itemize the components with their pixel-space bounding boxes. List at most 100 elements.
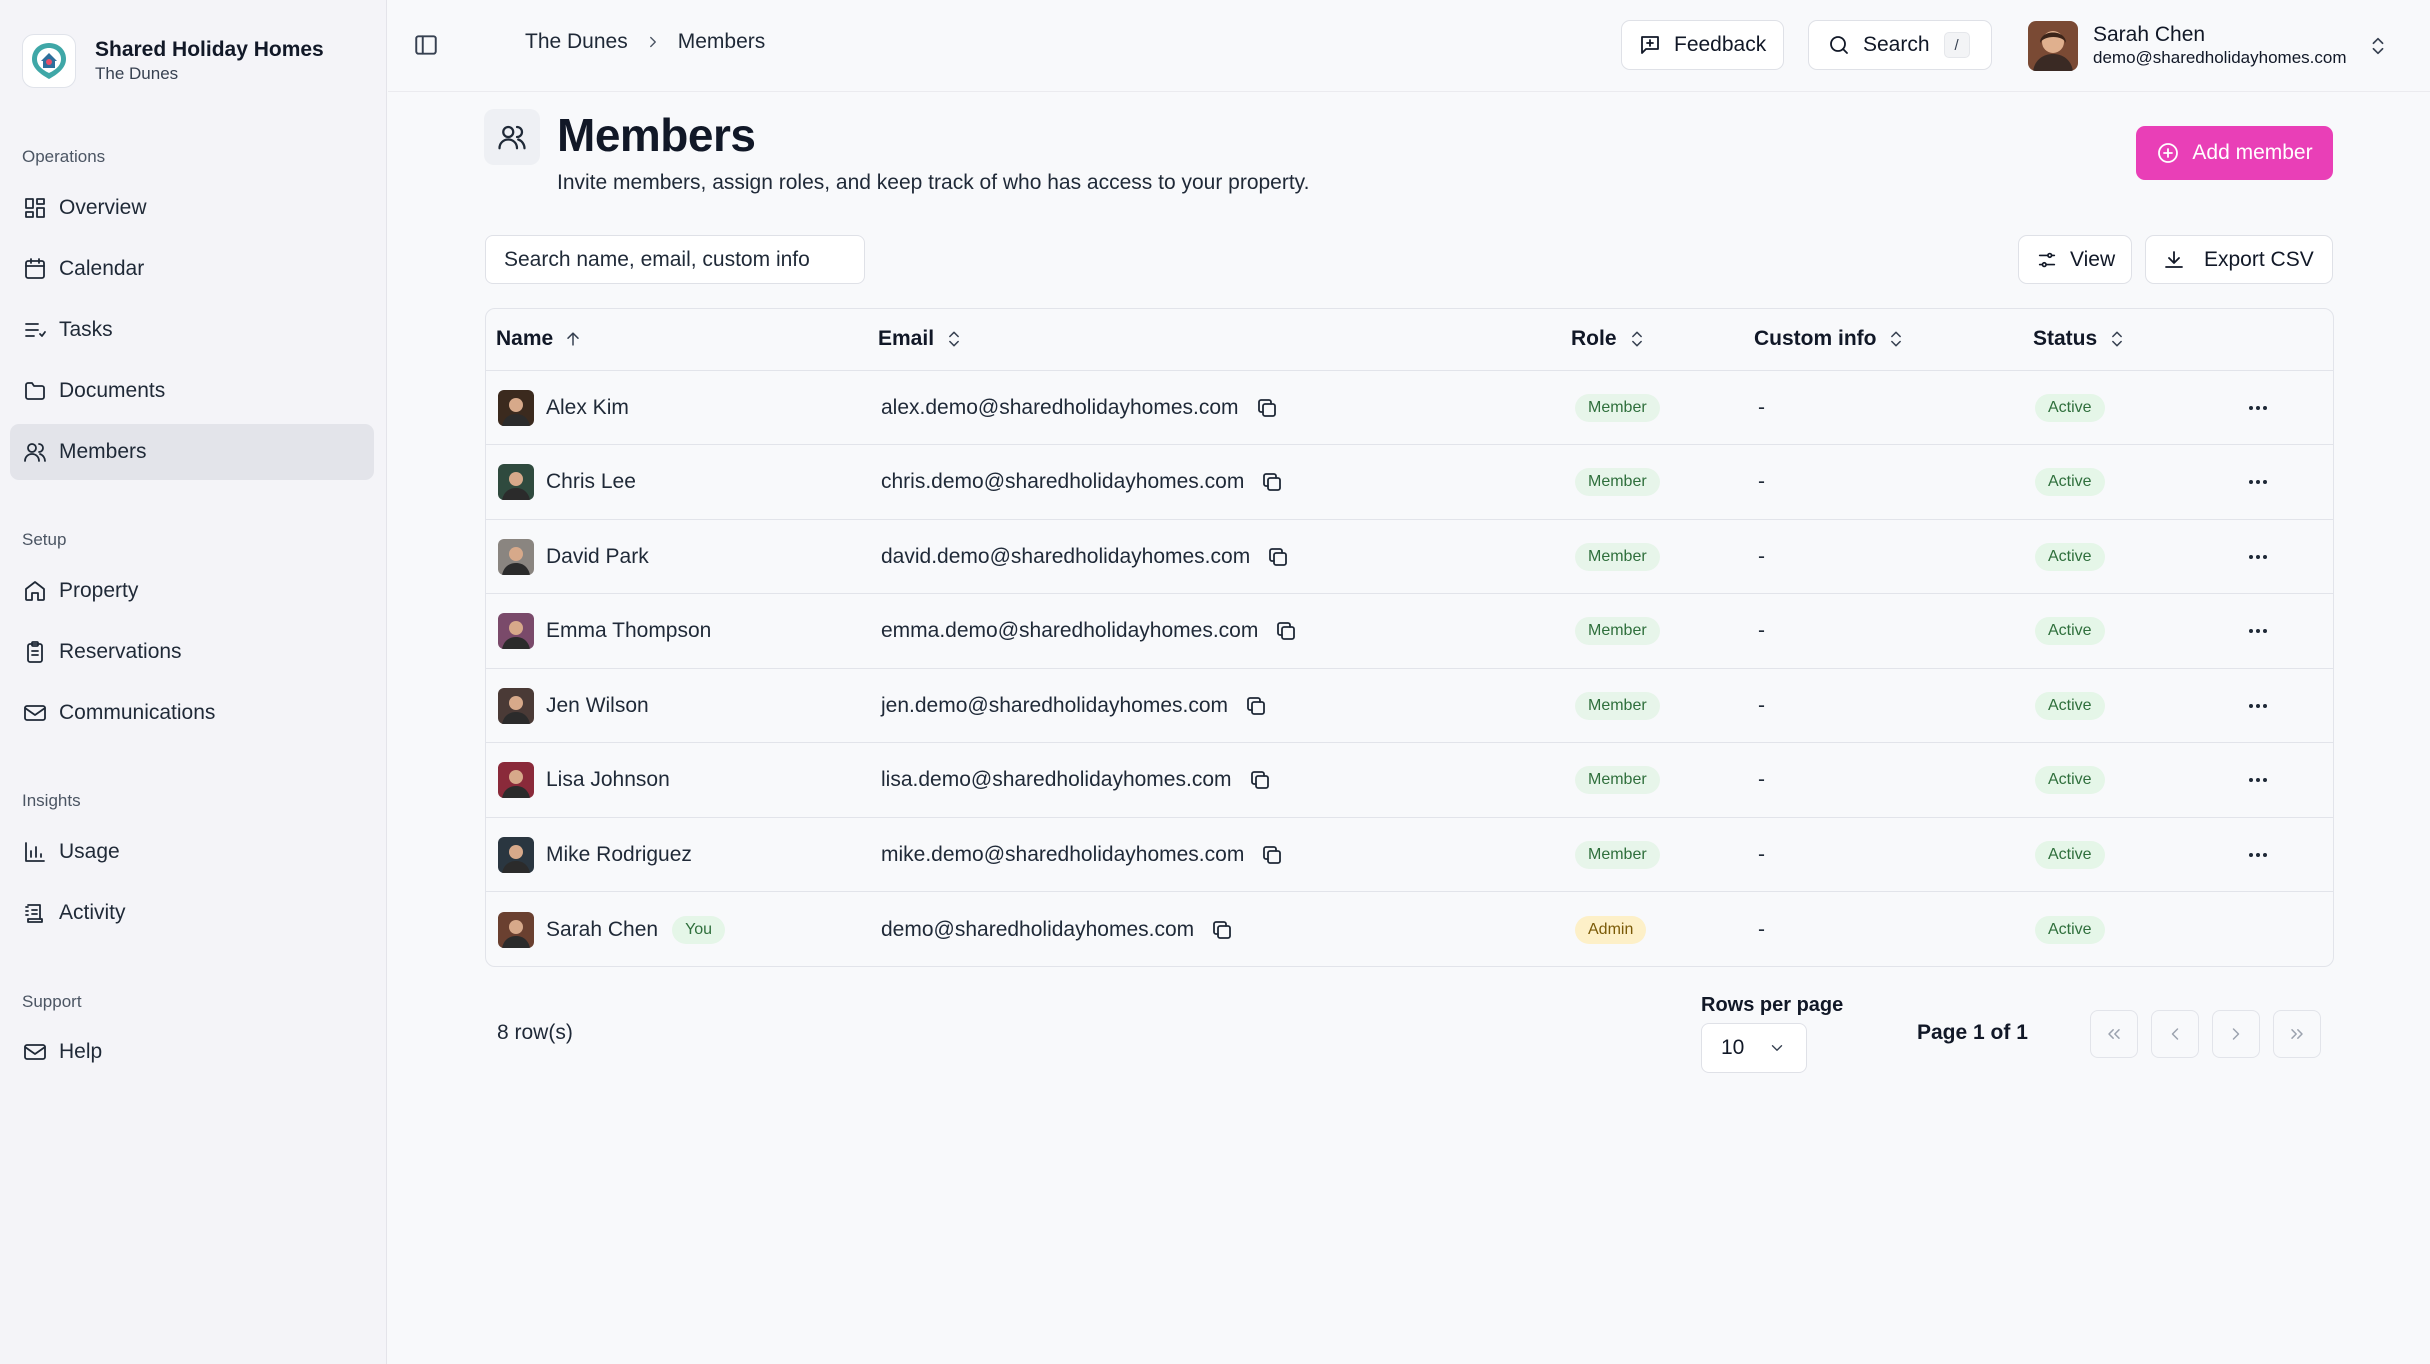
view-button[interactable]: View: [2018, 235, 2132, 284]
more-options-icon[interactable]: [2246, 768, 2270, 792]
column-header-status[interactable]: Status: [2033, 327, 2127, 351]
member-avatar: [498, 389, 534, 426]
export-csv-button[interactable]: Export CSV: [2145, 235, 2333, 284]
sidebar-item-label: Tasks: [59, 318, 113, 341]
column-header-role[interactable]: Role: [1571, 327, 1647, 351]
member-email: mike.demo@sharedholidayhomes.com: [881, 842, 1245, 866]
feedback-button[interactable]: Feedback: [1621, 20, 1784, 70]
role-badge: Member: [1575, 691, 1660, 720]
members-search-input[interactable]: [485, 235, 865, 284]
role-badge: Member: [1575, 840, 1660, 869]
breadcrumb-item-property[interactable]: The Dunes: [525, 30, 628, 54]
column-label: Custom info: [1754, 327, 1877, 350]
sidebar-item-reservations[interactable]: Reservations: [10, 624, 374, 680]
more-options-icon[interactable]: [2246, 545, 2270, 569]
rows-per-page-label: Rows per page: [1701, 994, 1844, 1016]
brand[interactable]: Shared Holiday Homes The Dunes: [22, 34, 324, 88]
row-actions-button[interactable]: [2246, 470, 2270, 494]
sidebar-item-tasks[interactable]: Tasks: [10, 302, 374, 358]
sidebar-toggle-icon[interactable]: [413, 32, 439, 58]
table-row: Alex Kim alex.demo@sharedholidayhomes.com…: [486, 371, 2333, 445]
member-avatar: [498, 538, 534, 575]
column-header-name[interactable]: Name: [496, 327, 583, 351]
member-email: alex.demo@sharedholidayhomes.com: [881, 395, 1239, 419]
last-page-button[interactable]: [2273, 1010, 2321, 1058]
sidebar-item-communications[interactable]: Communications: [10, 685, 374, 741]
sidebar-item-documents[interactable]: Documents: [10, 363, 374, 419]
previous-page-button[interactable]: [2151, 1010, 2199, 1058]
users-icon: [24, 443, 46, 462]
member-name: David Park: [546, 544, 649, 568]
grid-icon: [25, 198, 45, 218]
member-avatar: [498, 911, 534, 948]
copy-icon[interactable]: [1274, 619, 1298, 643]
sidebar-item-label: Calendar: [59, 257, 145, 280]
member-email: demo@sharedholidayhomes.com: [881, 917, 1195, 941]
sidebar-item-usage[interactable]: Usage: [10, 824, 374, 880]
column-header-email[interactable]: Email: [878, 327, 964, 351]
sidebar-item-property[interactable]: Property: [10, 563, 374, 619]
chevron-right-icon: [2232, 1028, 2240, 1040]
rows-per-page-select[interactable]: 10: [1701, 1023, 1807, 1073]
sidebar-item-label: Documents: [59, 379, 166, 402]
more-options-icon[interactable]: [2246, 843, 2270, 867]
user-menu[interactable]: Sarah Chen demo@sharedholidayhomes.com: [2028, 21, 2389, 71]
copy-icon[interactable]: [1255, 396, 1279, 420]
row-count: 8 row(s): [497, 1021, 573, 1044]
search-button[interactable]: Search /: [1808, 20, 1992, 70]
page-description: Invite members, assign roles, and keep t…: [557, 171, 1310, 194]
status-badge: Active: [2035, 617, 2105, 645]
search-shortcut: /: [1943, 32, 1970, 58]
nav-section-operations: Operations: [22, 147, 106, 166]
members-page-icon: [484, 109, 540, 165]
row-actions-button[interactable]: [2246, 396, 2270, 420]
more-options-icon[interactable]: [2246, 396, 2270, 420]
copy-icon[interactable]: [1266, 545, 1290, 569]
copy-icon[interactable]: [1210, 918, 1234, 942]
status-badge: Active: [2035, 840, 2105, 869]
sliders-icon: [2038, 252, 2056, 267]
add-member-button[interactable]: Add member: [2136, 126, 2333, 180]
sidebar-item-activity[interactable]: Activity: [10, 885, 374, 941]
member-avatar: [498, 613, 534, 649]
role-badge: Member: [1575, 617, 1660, 645]
copy-icon[interactable]: [1260, 843, 1284, 867]
brand-logo-icon: [22, 34, 76, 88]
sidebar-item-help[interactable]: Help: [10, 1024, 374, 1080]
more-options-icon[interactable]: [2246, 694, 2270, 718]
member-avatar: [498, 687, 534, 724]
sidebar-item-overview[interactable]: Overview: [10, 180, 374, 236]
chevron-down-icon: [1772, 1045, 1783, 1051]
member-name: Chris Lee: [546, 470, 636, 493]
list-icon: [25, 323, 46, 337]
column-header-custom-info[interactable]: Custom info: [1754, 327, 1906, 351]
member-email: david.demo@sharedholidayhomes.com: [881, 544, 1251, 568]
first-page-button[interactable]: [2090, 1010, 2138, 1058]
row-actions-button[interactable]: [2246, 843, 2270, 867]
sort-icon: [2112, 331, 2123, 347]
more-options-icon[interactable]: [2246, 619, 2270, 643]
row-actions-button[interactable]: [2246, 768, 2270, 792]
user-name: Sarah Chen: [2093, 23, 2206, 46]
custom-info-value: -: [1758, 470, 1765, 493]
you-badge: You: [672, 915, 726, 944]
next-page-button[interactable]: [2212, 1010, 2260, 1058]
sidebar-item-calendar[interactable]: Calendar: [10, 241, 374, 297]
search-label: Search: [1863, 33, 1930, 56]
calendar-icon: [25, 258, 45, 279]
row-actions-button[interactable]: [2246, 545, 2270, 569]
breadcrumb-item-current: Members: [677, 30, 766, 53]
row-actions-button[interactable]: [2246, 694, 2270, 718]
copy-icon[interactable]: [1260, 470, 1284, 494]
copy-icon[interactable]: [1248, 768, 1272, 792]
home-icon: [25, 581, 45, 601]
nav-section-setup: Setup: [22, 530, 67, 549]
copy-icon[interactable]: [1244, 694, 1268, 718]
status-badge: Active: [2035, 542, 2105, 571]
page-info: Page 1 of 1: [1917, 1021, 2028, 1044]
sort-ascending-icon: [567, 332, 579, 346]
row-actions-button[interactable]: [2246, 619, 2270, 643]
sidebar-item-members[interactable]: Members: [10, 424, 374, 480]
more-options-icon[interactable]: [2246, 470, 2270, 494]
member-email: jen.demo@sharedholidayhomes.com: [881, 693, 1229, 717]
